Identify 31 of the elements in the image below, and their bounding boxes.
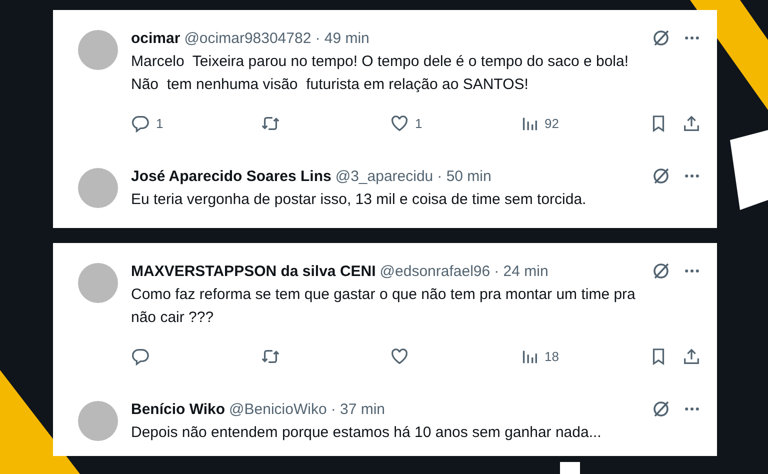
- view-count: 18: [544, 348, 559, 364]
- tweet-text: Marcelo Teixeira parou no tempo! O tempo dele é o tempo do saco e bola! Não tem nenhuma visão futurista em relação ao SANTOS!: [131, 52, 630, 95]
- reply-icon[interactable]: [131, 114, 150, 132]
- reply-count: 1: [156, 116, 164, 130]
- slash-circle-icon[interactable]: [651, 166, 671, 186]
- tweet-text: Eu teria vergonha de postar isso, 13 mil e coisa de time sem torcida.: [131, 190, 588, 210]
- user-handle[interactable]: @BenicioWiko: [229, 400, 327, 418]
- heart-icon[interactable]: [390, 346, 409, 366]
- user-handle[interactable]: @ocimar98304782: [184, 30, 312, 46]
- user-handle[interactable]: @3_aparecidu: [335, 168, 434, 184]
- tweet-text: Depois não entendem porque estamos há 10 anos sem ganhar nada...: [131, 423, 602, 443]
- post-time: · 24 min: [494, 262, 548, 280]
- user-name[interactable]: José Aparecido Soares Lins: [131, 168, 332, 184]
- slash-circle-icon[interactable]: [651, 28, 671, 48]
- user-name[interactable]: MAXVERSTAPPSON da silva CENI: [131, 262, 376, 280]
- tweet-text: Como faz reforma se tem que gastar o que não tem pra montar um time pra não cair ???: [131, 285, 636, 328]
- reply-icon[interactable]: [131, 346, 150, 366]
- view-count: 92: [544, 116, 559, 130]
- block-shape: [560, 462, 580, 474]
- post-time: · 49 min: [315, 30, 370, 46]
- share-icon[interactable]: [682, 346, 701, 366]
- user-handle[interactable]: @edsonrafael96: [380, 262, 490, 280]
- slash-circle-icon[interactable]: [651, 399, 671, 419]
- post-time: · 37 min: [330, 400, 385, 418]
- slash-circle-icon[interactable]: [651, 261, 671, 281]
- heart-icon[interactable]: [390, 114, 409, 132]
- user-name[interactable]: Benício Wiko: [131, 400, 226, 418]
- share-icon[interactable]: [682, 114, 701, 132]
- like-count: 1: [415, 116, 422, 130]
- user-name[interactable]: ocimar: [131, 30, 180, 46]
- post-time: · 50 min: [437, 168, 492, 184]
